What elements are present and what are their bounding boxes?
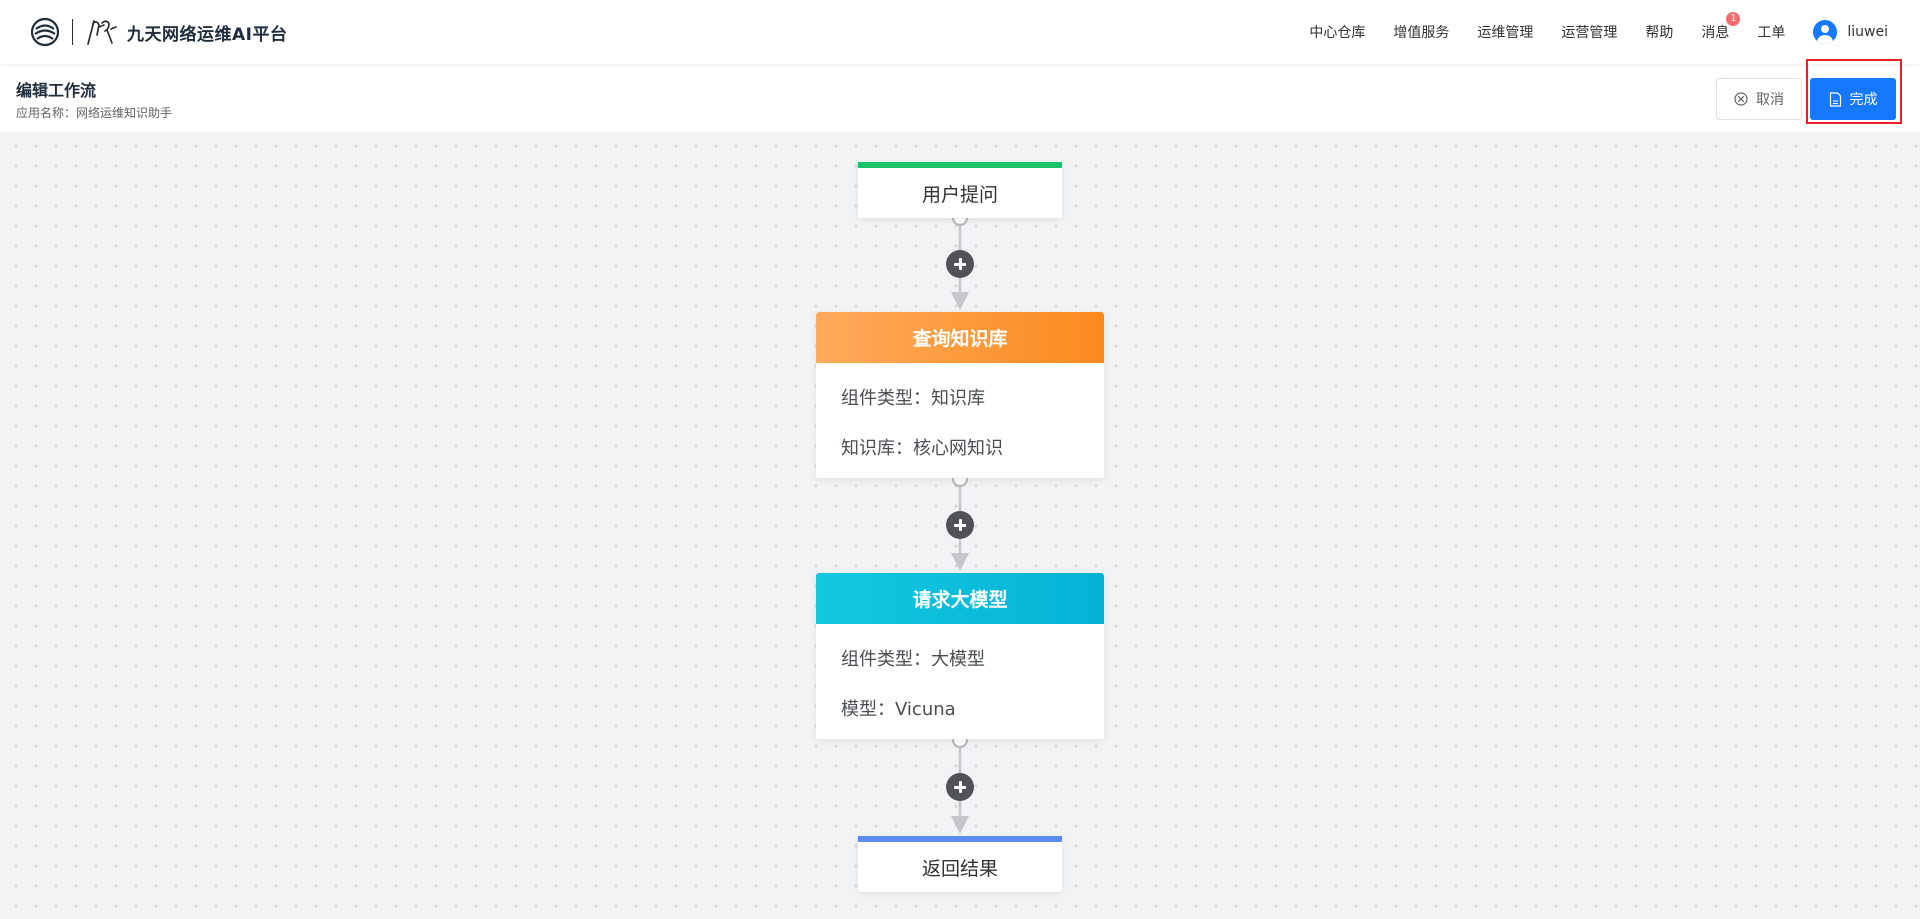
node-title: 请求大模型 [816,573,1104,624]
nav-help[interactable]: 帮助 [1645,22,1673,42]
node-knowledge-base: 知识库：核心网知识 [841,438,1003,459]
close-circle-icon [1734,92,1748,106]
nav-value-added-services[interactable]: 增值服务 [1393,22,1449,42]
nav-central-repo[interactable]: 中心仓库 [1309,22,1365,42]
message-count-badge: 1 [1726,12,1741,26]
user-avatar-icon [1813,20,1838,44]
cancel-button[interactable]: 取消 [1716,78,1802,120]
top-header: 九天网络运维AI平台 中心仓库 增值服务 运维管理 运营管理 帮助 消息 1 工… [0,0,1920,64]
app-name-label: 应用名称：网络运维知识助手 [16,106,173,120]
workflow-canvas[interactable]: 用户提问 查询知识库 组件类型：知识库 知识库：核心网知识 请求大模型 组件类型… [0,132,1920,919]
done-button-label: 完成 [1849,92,1878,108]
editor-toolbar: 编辑工作流 应用名称：网络运维知识助手 取消 完成 [0,64,1920,132]
nav-messages[interactable]: 消息 1 [1701,12,1741,42]
node-query-knowledge-base[interactable]: 查询知识库 组件类型：知识库 知识库：核心网知识 [816,312,1104,478]
node-component-type: 组件类型：知识库 [841,388,985,409]
page-title: 编辑工作流 [16,81,97,100]
brand[interactable]: 九天网络运维AI平台 [30,14,287,50]
nav-operations-management[interactable]: 运营管理 [1561,22,1617,42]
start-node-user-question[interactable]: 用户提问 [858,162,1062,218]
done-button[interactable]: 完成 [1810,78,1896,120]
brand-divider [72,19,73,45]
top-nav: 中心仓库 增值服务 运维管理 运营管理 帮助 消息 1 工单 liuwei [1309,0,1920,64]
platform-title: 九天网络运维AI平台 [127,24,288,45]
user-menu[interactable]: liuwei [1813,20,1888,44]
node-request-llm[interactable]: 请求大模型 组件类型：大模型 模型：Vicuna [816,573,1104,739]
nav-tickets[interactable]: 工单 [1757,22,1785,42]
add-node-plus-icon[interactable] [946,511,974,539]
add-node-plus-icon[interactable] [946,773,974,801]
username: liuwei [1847,24,1888,40]
nav-messages-label: 消息 [1701,25,1730,41]
add-node-plus-icon[interactable] [946,250,974,278]
cancel-button-label: 取消 [1756,92,1784,108]
company-logo-icon [30,17,60,47]
node-title: 查询知识库 [816,312,1104,363]
node-model: 模型：Vicuna [841,699,956,720]
node-component-type: 组件类型：大模型 [841,649,985,670]
end-node-return-result[interactable]: 返回结果 [858,836,1062,892]
nav-ops-management[interactable]: 运维管理 [1477,22,1533,42]
jiutian-logo-icon [87,20,117,45]
save-document-icon [1829,91,1841,107]
